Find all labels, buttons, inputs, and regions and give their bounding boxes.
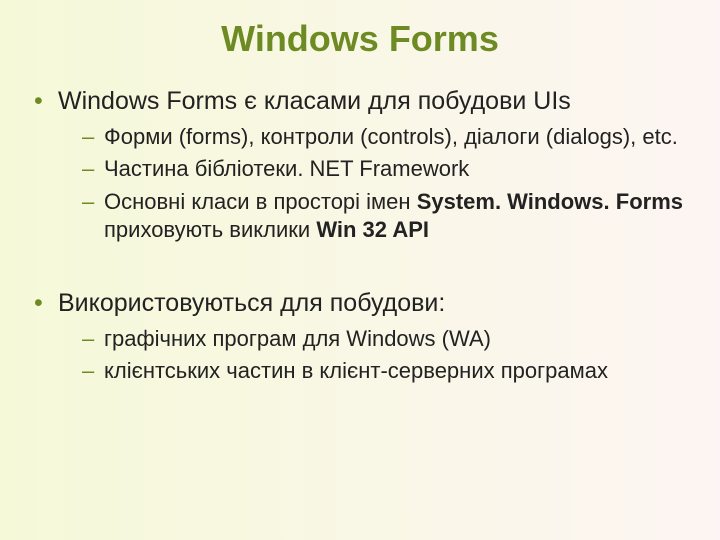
bullet-1-sub-1: Форми (forms), контроли (controls), діал… <box>82 123 692 151</box>
b1s3-part-d: Win 32 API <box>316 217 429 242</box>
bullet-1: Windows Forms є класами для побудови UIs… <box>34 86 692 244</box>
bullet-list-level1-b: Використовуються для побудови: графічних… <box>34 288 692 386</box>
bullet-list-level1: Windows Forms є класами для побудови UIs… <box>34 86 692 244</box>
bullet-2-sub-1: графічних програм для Windows (WA) <box>82 325 692 353</box>
slide: Windows Forms Windows Forms є класами дл… <box>0 0 720 540</box>
bullet-1-sub-3: Основні класи в просторі імен System. Wi… <box>82 188 692 244</box>
b1s3-part-a: Основні класи в просторі імен <box>104 189 417 214</box>
bullet-1-sub-2: Частина бібліотеки. NET Framework <box>82 155 692 183</box>
b1s3-part-b: System. Windows. Forms <box>417 189 683 214</box>
bullet-2-sublist: графічних програм для Windows (WA) клієн… <box>82 325 692 385</box>
bullet-1-sublist: Форми (forms), контроли (controls), діал… <box>82 123 692 244</box>
vertical-spacer <box>28 252 692 288</box>
bullet-2-sub-2: клієнтських частин в клієнт-серверних пр… <box>82 357 692 385</box>
slide-title: Windows Forms <box>28 18 692 60</box>
bullet-2-text: Використовуються для побудови: <box>58 289 445 317</box>
bullet-1-text: Windows Forms є класами для побудови UIs <box>58 87 571 115</box>
bullet-2: Використовуються для побудови: графічних… <box>34 288 692 386</box>
b1s3-part-c: приховують виклики <box>104 217 316 242</box>
